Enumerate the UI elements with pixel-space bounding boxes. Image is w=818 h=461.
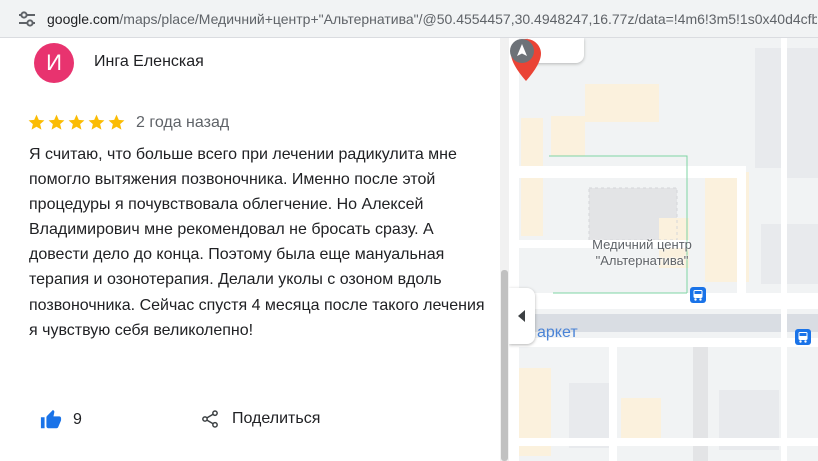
share-button[interactable]: Поделиться: [200, 409, 320, 429]
url-text[interactable]: google.com/maps/place/Медичний+центр+"Ал…: [47, 11, 817, 27]
map-view[interactable]: Медичний центр "Альтернатива" аркет: [509, 38, 818, 461]
star-icon: [88, 114, 105, 130]
star-icon: [108, 114, 125, 130]
street-label: аркет: [537, 324, 578, 341]
reviewer-name[interactable]: Инга Еленская: [94, 53, 204, 71]
star-icon: [68, 114, 85, 130]
star-icon: [28, 114, 45, 130]
address-bar[interactable]: google.com/maps/place/Медичний+центр+"Ал…: [0, 0, 818, 38]
star-icon: [48, 114, 65, 130]
url-host: google.com: [47, 11, 120, 27]
thumbs-up-icon: [40, 409, 62, 429]
bus-stop-icon[interactable]: [690, 287, 706, 303]
like-count: 9: [73, 411, 82, 428]
share-label: Поделиться: [232, 410, 321, 427]
scrollbar-thumb[interactable]: [501, 270, 508, 461]
bus-stop-icon[interactable]: [795, 329, 811, 345]
review-date: 2 года назад: [136, 114, 230, 131]
like-button[interactable]: 9: [40, 409, 82, 431]
collapse-panel-button[interactable]: [509, 288, 535, 344]
panel-scrollbar[interactable]: [500, 38, 509, 461]
place-label[interactable]: Медичний центр "Альтернатива": [567, 237, 717, 269]
navigation-icon[interactable]: [509, 38, 535, 64]
review-text: Я считаю, что больше всего при лечении р…: [29, 146, 485, 339]
chevron-left-icon: [518, 310, 525, 322]
url-path: /maps/place/Медичний+центр+"Альтернатива…: [119, 11, 817, 27]
avatar[interactable]: И: [34, 43, 74, 83]
review-panel: И Инга Еленская 2 года назад Я считаю, ч…: [0, 38, 500, 461]
star-rating: [27, 113, 126, 132]
site-settings-icon[interactable]: [17, 10, 37, 28]
share-icon: [202, 410, 218, 428]
